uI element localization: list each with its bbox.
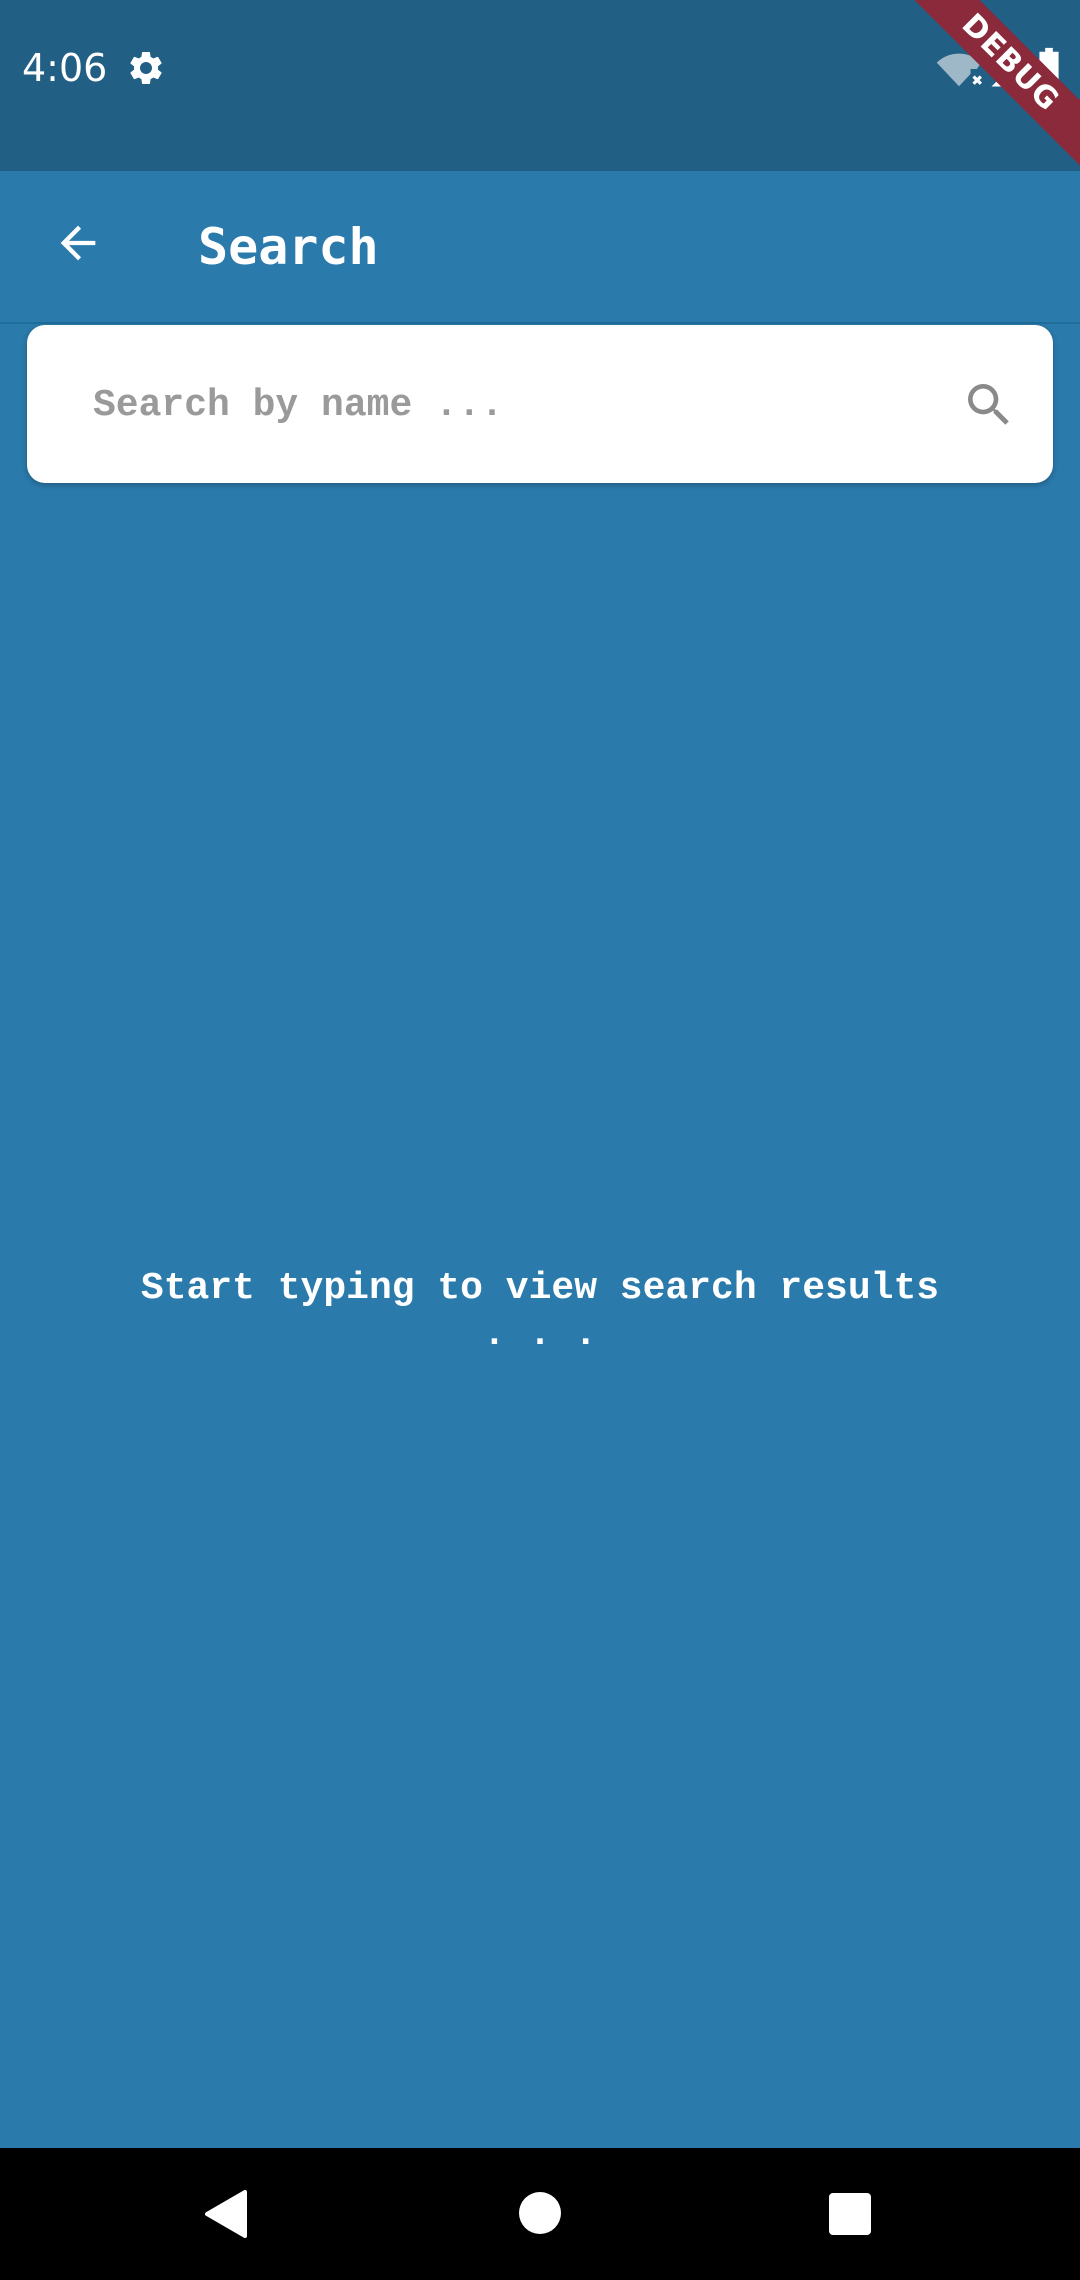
navigation-bar <box>0 2148 1080 2280</box>
nav-home-icon[interactable] <box>519 2192 561 2234</box>
empty-state-message: Start typing to view search results . . … <box>140 1267 940 1356</box>
search-card <box>27 325 1053 483</box>
status-time: 4:06 <box>22 46 108 90</box>
gear-icon <box>130 51 162 84</box>
search-input[interactable] <box>93 365 933 445</box>
page-title: Search <box>198 218 379 276</box>
nav-recents-icon[interactable] <box>829 2193 871 2235</box>
app-bar: Search <box>0 171 1080 324</box>
status-bar: 4:06 <box>0 0 1080 171</box>
back-button[interactable] <box>40 205 116 281</box>
search-icon[interactable] <box>961 377 1017 433</box>
nav-back-icon[interactable] <box>200 2188 250 2240</box>
arrow-back-icon <box>60 225 96 261</box>
